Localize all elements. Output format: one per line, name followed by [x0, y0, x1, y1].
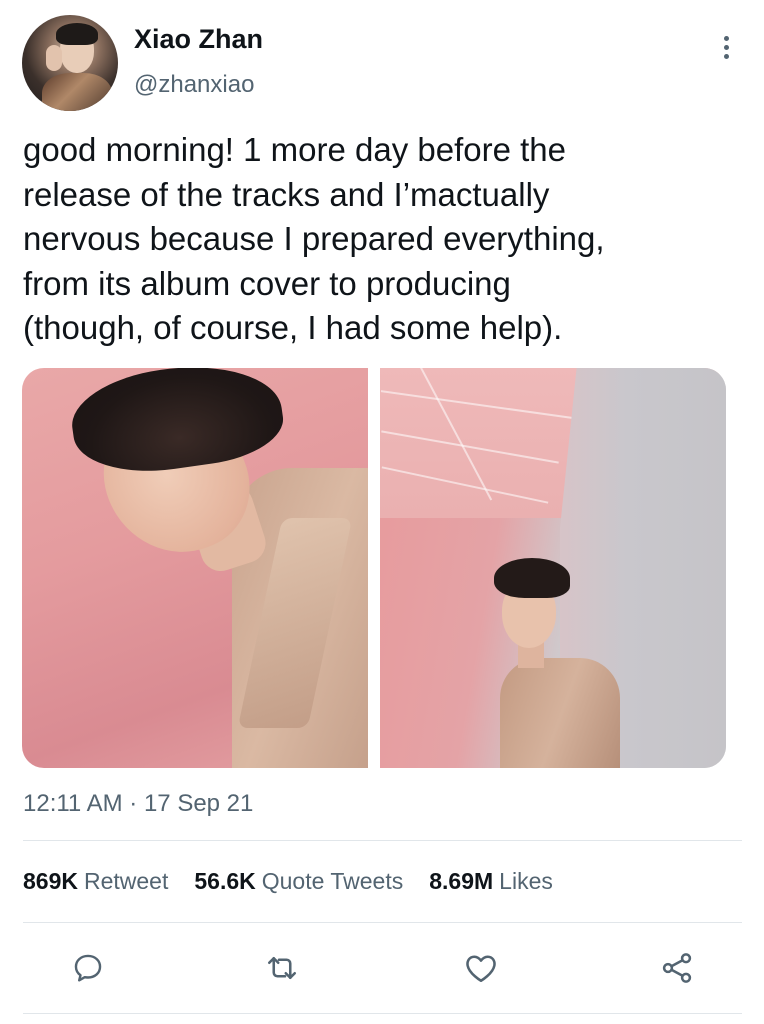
retweets-label: Retweet — [83, 868, 169, 894]
divider — [23, 840, 742, 841]
avatar-hair — [56, 23, 98, 45]
retweet-icon — [267, 956, 297, 980]
divider — [23, 922, 742, 923]
more-dot — [723, 35, 729, 41]
retweets-stat[interactable]: 869K Retweet — [23, 868, 168, 895]
likes-stat[interactable]: 8.69M Likes — [429, 868, 553, 895]
user-handle[interactable]: @zhanxiao — [134, 71, 254, 99]
tweet-detail: Xiao Zhan @zhanxiao good morning! 1 more… — [0, 0, 764, 1024]
quote-tweets-label: Quote Tweets — [261, 868, 404, 894]
avatar[interactable] — [22, 15, 118, 111]
like-icon — [466, 955, 496, 983]
more-dot — [723, 53, 729, 59]
display-name[interactable]: Xiao Zhan — [134, 24, 263, 55]
likes-count: 8.69M — [429, 868, 494, 894]
media-gap — [368, 368, 380, 768]
retweets-count: 869K — [23, 868, 78, 894]
tweet-timestamp[interactable]: 12:11 AM · 17 Sep 21 — [23, 790, 253, 818]
media-grid — [22, 368, 726, 768]
reply-button[interactable] — [68, 948, 108, 988]
photo-2[interactable] — [380, 368, 726, 768]
engagement-stats: 869K Retweet 56.6K Quote Tweets 8.69M Likes — [23, 868, 579, 895]
divider — [23, 1013, 742, 1014]
photo-1[interactable] — [22, 368, 368, 768]
likes-label: Likes — [499, 868, 553, 894]
avatar-hand — [46, 45, 62, 71]
quote-tweets-stat[interactable]: 56.6K Quote Tweets — [194, 868, 403, 895]
reply-icon — [74, 954, 102, 982]
photo-1-hair — [66, 368, 288, 483]
tweet-text: good morning! 1 more day before the rele… — [23, 131, 605, 346]
more-dot — [723, 44, 729, 50]
retweet-button[interactable] — [262, 948, 302, 988]
photo-2-coat — [500, 658, 620, 768]
quote-tweets-count: 56.6K — [194, 868, 256, 894]
like-button[interactable] — [461, 948, 501, 988]
more-options-icon[interactable] — [712, 30, 740, 64]
photo-2-hair — [494, 558, 570, 598]
share-button[interactable] — [657, 948, 697, 988]
avatar-shirt — [42, 73, 112, 111]
share-icon — [662, 953, 692, 983]
